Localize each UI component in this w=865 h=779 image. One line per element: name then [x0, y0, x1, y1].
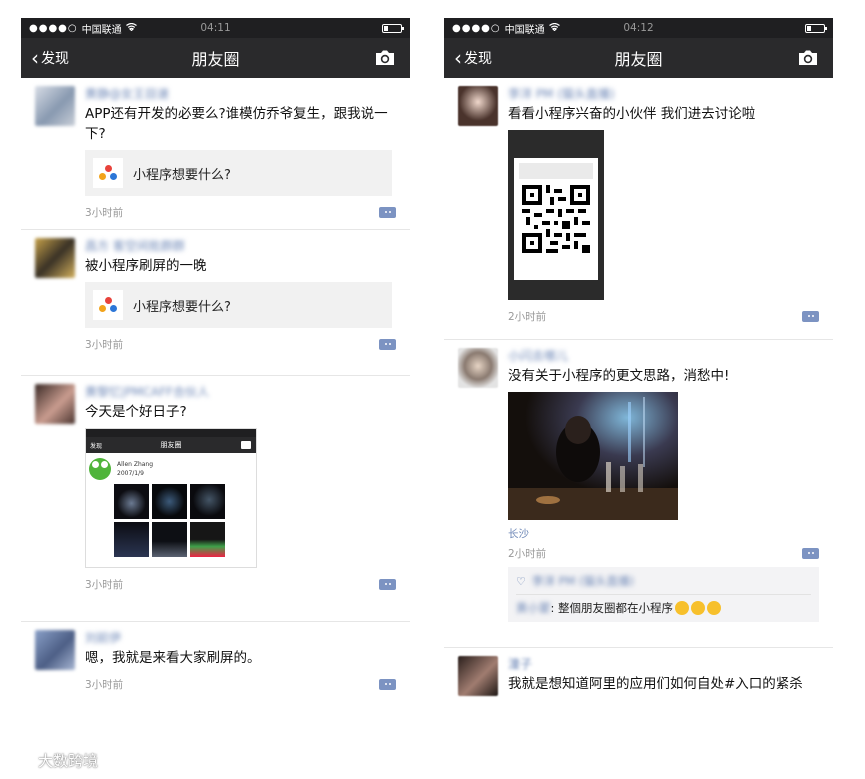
shot-author: Allen Zhang: [117, 461, 154, 468]
comment-author[interactable]: 黄小蒙: [516, 600, 551, 616]
moment-post: 小闪去哪儿 没有关于小程序的更文思路，消愁中! 长沙 2小时前 ♡ 李洋 PM …: [444, 340, 833, 648]
miniprogram-logo-icon: [93, 158, 123, 188]
laughing-emoji-icon: [691, 601, 706, 615]
author-name[interactable]: 昌方 客空间批群群: [85, 238, 396, 254]
watermark: 大数跨境: [8, 750, 98, 771]
nav-bar: ‹ 发现 朋友圈: [444, 38, 833, 78]
qr-code-screenshot[interactable]: [508, 130, 604, 300]
shared-link-card[interactable]: 小程序想要什么?: [85, 150, 392, 196]
avatar[interactable]: [458, 86, 498, 126]
chevron-left-icon: ‹: [31, 46, 39, 70]
post-text: 嗯，我就是来看大家刷屏的。: [85, 650, 261, 666]
heart-icon: ♡: [516, 574, 526, 588]
moment-post: 潼子 我就是想知道阿里的应用们如何自处#入口的紧杀: [444, 648, 833, 718]
moment-post: 黄静@女王目速 APP还有开发的必要么?谁模仿乔爷复生，跟我说一下? 小程序想要…: [21, 78, 410, 230]
chevron-left-icon: ‹: [454, 46, 462, 70]
avatar[interactable]: [35, 238, 75, 278]
battery-icon: [805, 24, 827, 33]
author-name[interactable]: 黄黎忆|PMCAFF合伙人: [85, 384, 396, 400]
post-text: APP还有开发的必要么?谁模仿乔爷复生，跟我说一下?: [85, 106, 388, 142]
battery-icon: [382, 24, 404, 33]
likes-comments-panel: ♡ 李洋 PM (猫头直播) 黄小蒙 : 整個朋友圈都在小程序: [508, 567, 819, 622]
comment-button[interactable]: [379, 578, 396, 590]
avatar[interactable]: [35, 630, 75, 670]
moment-post: 昌方 客空间批群群 被小程序刷屏的一晚 小程序想要什么? 3小时前: [21, 230, 410, 376]
page-title: 朋友圈: [191, 50, 240, 69]
post-text: 我就是想知道阿里的应用们如何自处#入口的紧杀: [508, 676, 803, 692]
status-bar: ●●●●○ 中国联通 04:12: [444, 18, 833, 38]
bar-photo-image[interactable]: [508, 392, 678, 520]
comment-button[interactable]: [379, 206, 396, 218]
like-names[interactable]: 李洋 PM (猫头直播): [532, 573, 634, 589]
comment-text: : 整個朋友圈都在小程序: [550, 601, 674, 615]
moment-post: 刘前伊 嗯，我就是来看大家刷屏的。 3小时前: [21, 622, 410, 714]
screenshot-image[interactable]: 发现 朋友圈 Allen Zhang 2007/1/9: [85, 428, 257, 568]
shot-date: 2007/1/9: [117, 470, 144, 477]
comment-item[interactable]: 黄小蒙 : 整個朋友圈都在小程序: [516, 599, 811, 617]
author-name[interactable]: 刘前伊: [85, 630, 396, 646]
post-time: 2小时前: [508, 547, 547, 560]
author-name[interactable]: 李洋 PM (猫头直播): [508, 86, 819, 102]
post-time: 3小时前: [85, 206, 124, 219]
back-button[interactable]: ‹ 发现: [444, 48, 492, 68]
shot-back-label: 发现: [90, 442, 103, 450]
post-location[interactable]: 长沙: [508, 526, 819, 541]
moment-post: 李洋 PM (猫头直播) 看看小程序兴奋的小伙伴 我们进去讨论啦 2小时前: [444, 78, 833, 340]
shared-link-card[interactable]: 小程序想要什么?: [85, 282, 392, 328]
link-title: 小程序想要什么?: [133, 299, 231, 315]
qr-code-icon: [522, 185, 590, 253]
camera-icon[interactable]: [797, 49, 819, 67]
nav-bar: ‹ 发现 朋友圈: [21, 38, 410, 78]
comment-button[interactable]: [802, 547, 819, 559]
clock: 04:11: [200, 22, 231, 34]
shot-title: 朋友圈: [160, 441, 182, 449]
avatar[interactable]: [458, 348, 498, 388]
frog-avatar-icon: [89, 458, 111, 480]
post-time: 3小时前: [85, 678, 124, 691]
post-time: 3小时前: [85, 338, 124, 351]
moments-screen-right: ●●●●○ 中国联通 04:12 ‹ 发现 朋友圈 李洋 PM (猫头直播) 看…: [444, 18, 833, 718]
laughing-emoji-icon: [675, 601, 690, 615]
post-text: 今天是个好日子?: [85, 404, 187, 420]
author-name[interactable]: 小闪去哪儿: [508, 348, 819, 364]
page-title: 朋友圈: [614, 50, 663, 69]
watermark-logo-icon: [8, 751, 34, 771]
back-label: 发现: [41, 51, 69, 67]
moments-screen-left: ●●●●○ 中国联通 04:11 ‹ 发现 朋友圈 黄静@女王目速 APP还有开…: [21, 18, 410, 718]
post-text: 没有关于小程序的更文思路，消愁中!: [508, 368, 730, 384]
post-time: 3小时前: [85, 578, 124, 591]
comment-button[interactable]: [379, 338, 396, 350]
comment-button[interactable]: [379, 678, 396, 690]
back-button[interactable]: ‹ 发现: [21, 48, 69, 68]
moments-feed: 黄静@女王目速 APP还有开发的必要么?谁模仿乔爷复生，跟我说一下? 小程序想要…: [21, 78, 410, 714]
post-text: 看看小程序兴奋的小伙伴 我们进去讨论啦: [508, 106, 756, 122]
link-title: 小程序想要什么?: [133, 167, 231, 183]
laughing-emoji-icon: [707, 601, 722, 615]
watermark-text: 大数跨境: [38, 752, 99, 770]
author-name[interactable]: 黄静@女王目速: [85, 86, 396, 102]
avatar[interactable]: [35, 86, 75, 126]
avatar[interactable]: [35, 384, 75, 424]
miniprogram-logo-icon: [93, 290, 123, 320]
post-text: 被小程序刷屏的一晚: [85, 258, 207, 274]
post-time: 2小时前: [508, 310, 547, 323]
author-name[interactable]: 潼子: [508, 656, 819, 672]
moments-feed: 李洋 PM (猫头直播) 看看小程序兴奋的小伙伴 我们进去讨论啦 2小时前 小闪…: [444, 78, 833, 718]
status-bar: ●●●●○ 中国联通 04:11: [21, 18, 410, 38]
comment-button[interactable]: [802, 310, 819, 322]
camera-icon: [241, 441, 251, 449]
shot-photo-grid: [114, 484, 256, 557]
back-label: 发现: [464, 51, 492, 67]
moment-post: 黄黎忆|PMCAFF合伙人 今天是个好日子? 发现 朋友圈 Allen Zhan…: [21, 376, 410, 622]
camera-icon[interactable]: [374, 49, 396, 67]
avatar[interactable]: [458, 656, 498, 696]
clock: 04:12: [623, 22, 654, 34]
